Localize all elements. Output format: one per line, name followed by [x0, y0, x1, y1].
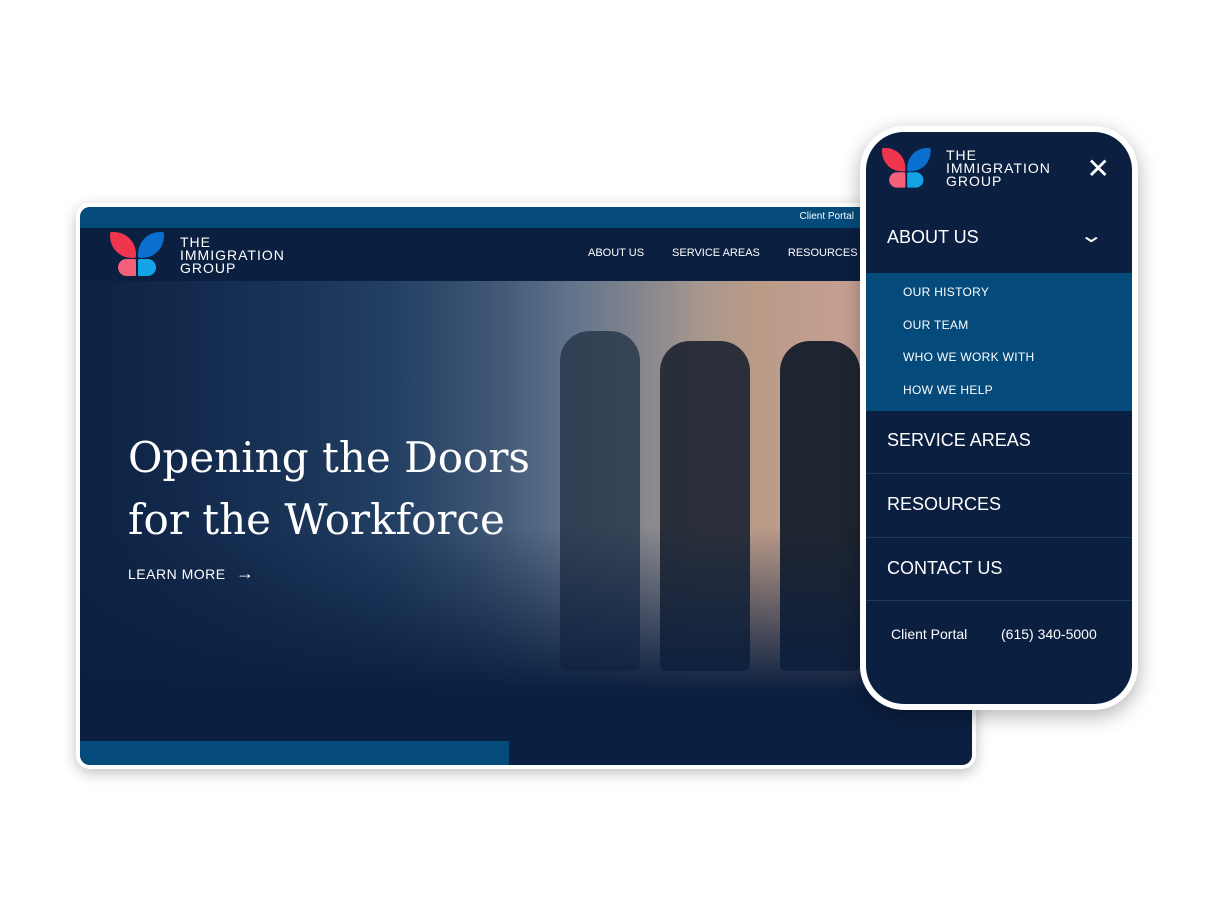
learn-more-label: LEARN MORE: [128, 566, 226, 582]
logo[interactable]: THE IMMIGRATION GROUP: [110, 232, 285, 278]
menu-resources[interactable]: RESOURCES: [866, 474, 1132, 538]
submenu-how-we-help[interactable]: HOW WE HELP: [903, 383, 993, 397]
mobile-client-portal-link[interactable]: Client Portal: [891, 626, 967, 642]
menu-about-us[interactable]: ABOUT US ⌄: [866, 225, 1132, 273]
submenu-who-we-work-with[interactable]: WHO WE WORK WITH: [903, 350, 1034, 364]
menu-contact-us[interactable]: CONTACT US: [866, 538, 1132, 601]
submenu-our-history[interactable]: OUR HISTORY: [903, 285, 989, 299]
nav-about-us[interactable]: ABOUT US: [588, 247, 644, 259]
logo-text: GROUP: [180, 259, 237, 276]
menu-service-areas[interactable]: SERVICE AREAS: [866, 411, 1132, 474]
mobile-mockup: THE IMMIGRATION GROUP ✕ ABOUT US ⌄ OUR HIST…: [860, 126, 1138, 710]
close-icon[interactable]: ✕: [1087, 152, 1110, 185]
about-submenu: OUR HISTORY OUR TEAM WHO WE WORK WITH HO…: [866, 273, 1132, 411]
utility-bar: Client Portal: [80, 207, 972, 228]
accent-bar: [80, 741, 509, 765]
desktop-mockup: Client Portal THE IMMIGRATION GROUP ABOUT …: [76, 203, 976, 769]
client-portal-link[interactable]: Client Portal: [800, 211, 854, 222]
nav-service-areas[interactable]: SERVICE AREAS: [672, 247, 760, 259]
learn-more-link[interactable]: LEARN MORE →: [128, 563, 254, 584]
logo-text: GROUP: [946, 172, 1003, 189]
headline-line: Opening the Doors: [128, 433, 530, 482]
submenu-our-team[interactable]: OUR TEAM: [903, 318, 969, 332]
mobile-logo[interactable]: THE IMMIGRATION GROUP: [882, 148, 1051, 194]
main-nav: THE IMMIGRATION GROUP ABOUT US SERVICE ARE…: [80, 228, 972, 281]
butterfly-logo-icon: [882, 148, 931, 189]
nav-resources[interactable]: RESOURCES: [788, 247, 858, 259]
headline-line: for the Workforce: [128, 495, 505, 544]
phone-number-link[interactable]: (615) 340-5000: [1001, 626, 1097, 642]
menu-label: ABOUT US: [887, 227, 979, 247]
chevron-down-icon: ⌄: [1079, 225, 1105, 247]
hero-headline: Opening the Doors for the Workforce: [128, 427, 530, 551]
butterfly-logo-icon: [110, 232, 164, 278]
arrow-right-icon: →: [235, 563, 255, 583]
